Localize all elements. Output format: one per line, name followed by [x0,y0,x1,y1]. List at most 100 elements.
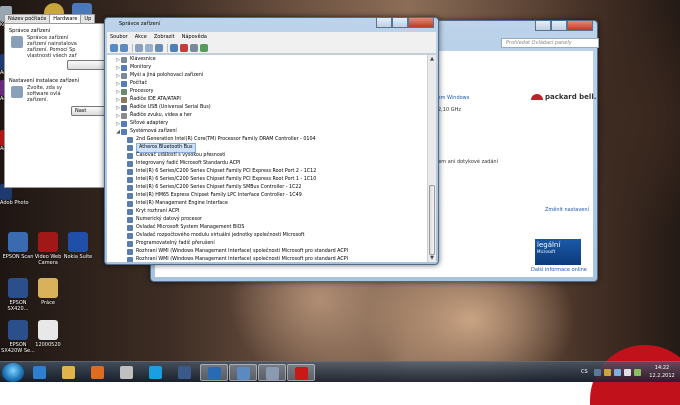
device-label: Intel(R) 6 Series/C200 Series Chipset Fa… [136,177,317,182]
maximize-button[interactable] [392,18,408,28]
media-icon [91,366,104,379]
brand-label: packard bell. [545,93,597,101]
device-category[interactable]: ▷ Myši a jiná polohovací zařízení [115,72,203,80]
system-window-caption-buttons [535,21,593,32]
device-item[interactable]: Ovladač Microsoft System Management BIOS [127,224,244,232]
device-category[interactable]: ▷ Procesory [115,88,153,96]
start-button[interactable] [2,363,24,382]
device-icon [121,105,127,111]
scan-hardware-icon[interactable] [170,43,178,52]
taskbar-app-ccleaner[interactable] [200,364,228,381]
search-input[interactable]: Prohledat Ovládací panely [501,38,599,48]
battery-icon[interactable] [634,369,641,376]
action-center-icon[interactable] [604,369,611,376]
minimize-button[interactable] [376,18,392,28]
device-manager-window[interactable]: Správce zařízení Soubor Akce Zobrazit Nápov… [104,17,439,265]
update-driver-icon[interactable] [155,43,163,52]
menu-item[interactable]: Nápověda [182,34,207,40]
close-button[interactable] [567,21,593,31]
device-item[interactable]: Intel(R) 6 Series/C200 Series Chipset Fa… [127,184,301,192]
taskbar-app-app-4[interactable] [113,364,141,381]
device-category[interactable]: ◢ Systémová zařízení [115,128,177,136]
tray-expand-icon[interactable] [594,369,601,376]
device-item[interactable]: Programovatelný řadič přerušení [127,240,215,248]
desktop-icon-label: 12000520 [35,342,61,348]
taskbar-app-app-6[interactable] [171,364,199,381]
device-icon [121,97,127,103]
device-category[interactable]: ▷ Řadiče IDE ATA/ATAPI [115,96,181,104]
toolbar [107,42,436,54]
vertical-scrollbar[interactable]: ▲ ▼ [427,55,436,262]
device-icon [121,57,127,63]
scroll-down-icon[interactable]: ▼ [428,254,436,262]
device-item[interactable]: Ovladač rozpočtového modulu virtuální je… [127,232,305,240]
network-tray-icon[interactable] [614,369,621,376]
device-label: Řadiče USB (Universal Serial Bus) [130,105,211,110]
properties-icon[interactable] [135,43,143,52]
device-item[interactable]: Intel(R) HM65 Express Chipset Family LPC… [127,192,302,200]
control-panel-icon [237,367,250,380]
taskbar-app-device-manager[interactable] [258,364,286,381]
genuine-sub: Microsoft [537,249,556,254]
device-item[interactable]: Rozhraní WMI (Windows Management Interfa… [127,256,348,262]
device-icon [127,209,133,215]
device-item[interactable]: Rozhraní WMI (Windows Management Interfa… [127,248,348,256]
menu-item[interactable]: Zobrazit [154,34,175,40]
toolbar-separator [167,43,168,52]
minimize-button[interactable] [535,21,551,31]
device-tree[interactable]: ▲ ▼ ▷ Klávesnice ▷ Monitory ▷ Myši a jiná pol… [107,55,436,262]
device-item[interactable]: Integrovaný řadič Microsoft Standardu AC… [127,160,240,168]
device-item[interactable]: Numerický datový procesor [127,216,202,224]
taskbar-app-media[interactable] [84,364,112,381]
taskbar-app-explorer[interactable] [55,364,83,381]
device-item[interactable]: Intel(R) Management Engine Interface [127,200,228,208]
volume-icon[interactable] [624,369,631,376]
device-label: Ovladač rozpočtového modulu virtuální je… [136,233,305,238]
desktop-icon[interactable]: 12000520 [30,320,66,348]
device-category[interactable]: ▷ Počítač [115,80,147,88]
scrollbar-thumb[interactable] [429,185,435,255]
taskbar-app-skype[interactable] [142,364,170,381]
taskbar-app-control-panel[interactable] [229,364,257,381]
uninstall-icon[interactable] [180,43,188,52]
disable-icon[interactable] [190,43,198,52]
maximize-button[interactable] [551,21,567,31]
forward-icon[interactable] [120,43,128,52]
enable-icon[interactable] [200,43,208,52]
clock-time: 14:22 [654,365,670,371]
close-button[interactable] [408,18,434,28]
device-item[interactable]: Intel(R) 6 Series/C200 Series Chipset Fa… [127,176,316,184]
device-manager-icon [266,367,279,380]
desktop-icon[interactable]: Práce [30,278,66,306]
desktop-icon[interactable]: Nokia Suite [60,232,96,260]
language-indicator[interactable]: CS [581,369,588,375]
menu-item[interactable]: Soubor [110,34,128,40]
device-label: Řadiče zvuku, videa a her [130,113,192,118]
device-icon [127,137,133,143]
change-settings-link[interactable]: Změnit nastavení [545,207,589,213]
menu-bar: Soubor Akce Zobrazit Nápověda [107,32,436,42]
device-category[interactable]: ▷ Síťové adaptéry [115,120,168,128]
device-item[interactable]: Intel(R) 6 Series/C200 Series Chipset Fa… [127,168,316,176]
device-label: Intel(R) 6 Series/C200 Series Chipset Fa… [136,169,317,174]
device-category[interactable]: ▷ Monitory [115,64,151,72]
device-category[interactable]: ▷ Klávesnice [115,56,156,64]
menu-item[interactable]: Akce [135,34,147,40]
device-label: Numerický datový procesor [136,217,203,222]
scroll-up-icon[interactable]: ▲ [428,55,436,63]
device-item[interactable]: Atheros Bluetooth Bus [127,143,196,153]
device-item[interactable]: Kryt rozhraní ACPI [127,208,179,216]
clock[interactable]: 14:22 12.2.2012 [647,364,677,380]
taskbar-app-ie[interactable] [26,364,54,381]
taskbar-app-acrobat[interactable] [287,364,315,381]
desktop-icon-label: Práce [41,300,55,306]
desktop-icon-label: Nokia Suite [63,254,93,260]
device-category[interactable]: ▷ Řadiče zvuku, videa a her [115,112,192,120]
device-item[interactable]: Časovač událostí s vysokou přesností [127,152,226,160]
help-icon[interactable] [145,43,153,52]
device-label: Klávesnice [130,57,156,62]
more-info-link[interactable]: Další informace online [531,267,587,273]
device-category[interactable]: ▷ Řadiče USB (Universal Serial Bus) [115,104,211,112]
back-icon[interactable] [110,43,118,52]
device-label: Intel(R) HM65 Express Chipset Family LPC… [136,193,302,198]
